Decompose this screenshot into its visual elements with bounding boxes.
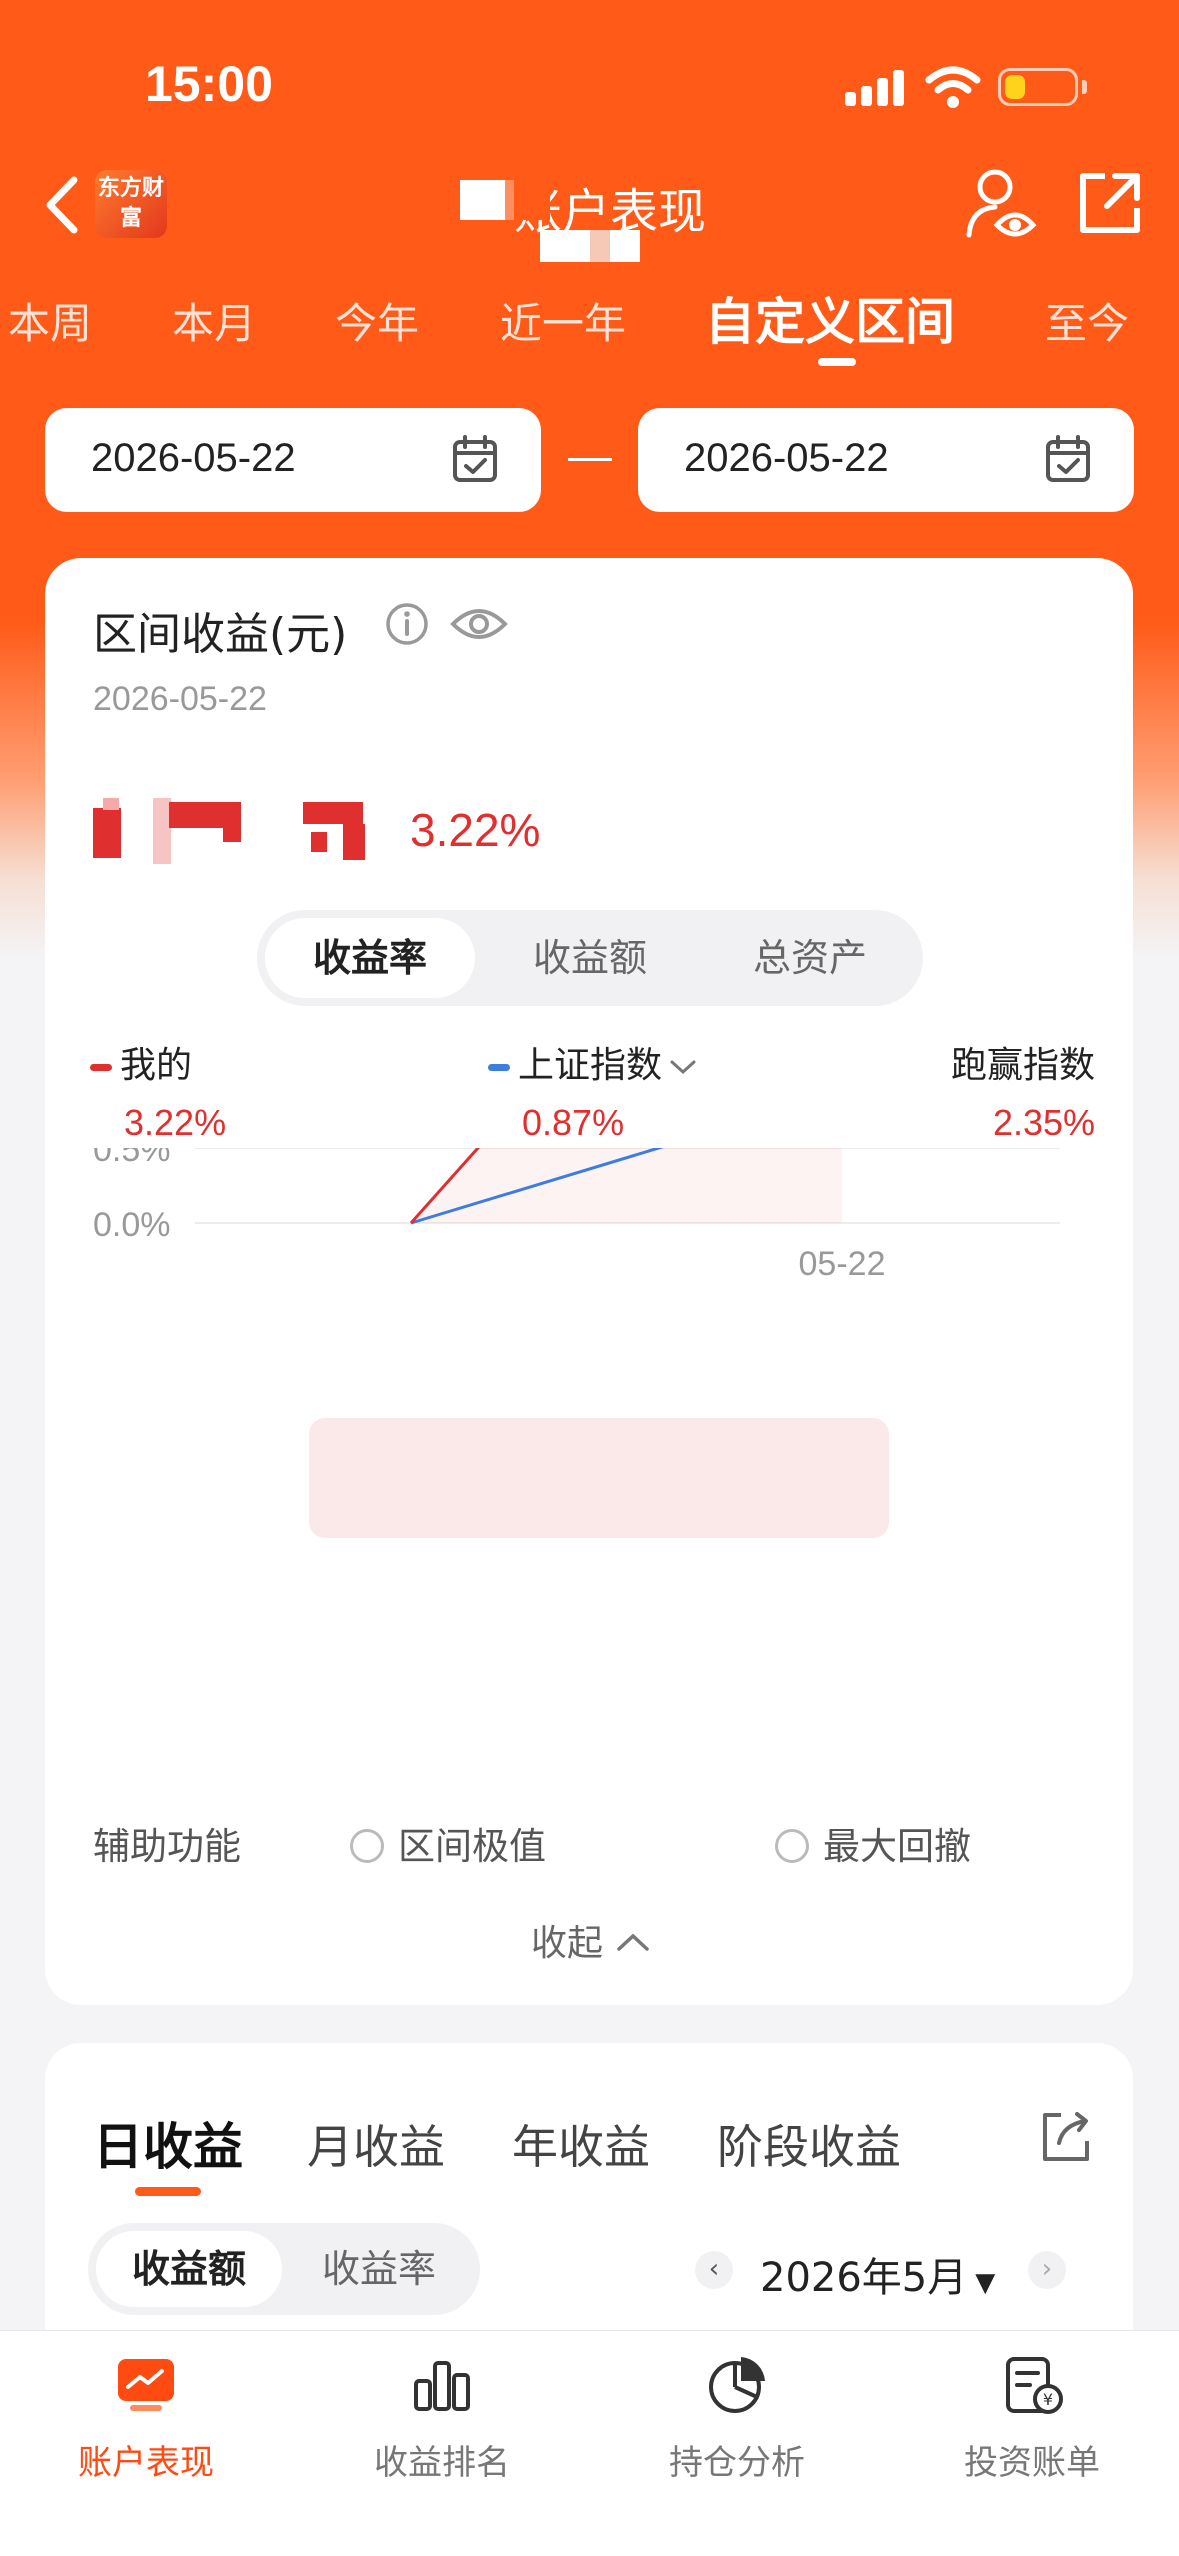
chevron-up-icon — [617, 1933, 649, 1951]
tab-account-performance[interactable]: 账户表现 — [36, 2353, 256, 2484]
tab-monthly-income[interactable]: 月收益 — [307, 2111, 445, 2177]
tab-holding-analysis[interactable]: 持仓分析 — [627, 2353, 847, 2484]
end-date-text: 2026-05-22 — [684, 436, 889, 480]
legend-name: 上证指数 — [518, 1045, 663, 1086]
status-bar: 15:00 — [0, 0, 1179, 150]
masked-account-name — [460, 180, 550, 220]
legend-swatch — [488, 1063, 510, 1071]
metric-segmented-control: 收益率 收益额 总资产 — [257, 910, 923, 1006]
share-icon[interactable] — [1075, 168, 1145, 238]
tab-income-ranking[interactable]: 收益排名 — [332, 2353, 552, 2484]
prev-month-button[interactable]: ‹ — [695, 2251, 733, 2289]
back-arrow-icon[interactable] — [38, 170, 88, 240]
end-date-picker[interactable]: 2026-05-22 — [638, 408, 1134, 512]
svg-text:¥: ¥ — [1043, 2390, 1053, 2409]
month-label: 2026年5月 — [760, 2255, 968, 2301]
calendar-icon — [1046, 435, 1090, 482]
card-date: 2026-05-22 — [93, 680, 267, 718]
masked-account-id — [540, 230, 640, 262]
chart-screen-icon — [118, 2359, 174, 2411]
y-tick-label: 0.5% — [93, 1148, 171, 1169]
return-summary-card: 区间收益(元) 2026-05-22 3.22% 收益率 收益额 总资产 我的 … — [45, 558, 1133, 2005]
app-logo: 东方财富 — [95, 170, 167, 238]
return-line-chart: 0.0%0.5%1.0%1.5%2.0%2.5%3.0%3.5%05-22 — [93, 1148, 1060, 1283]
radio-label: 区间极值 — [398, 1825, 546, 1868]
start-date-text: 2026-05-22 — [91, 436, 296, 480]
tab-past-year[interactable]: 近一年 — [500, 290, 626, 351]
tab-daily-income[interactable]: 日收益 — [93, 2107, 243, 2179]
battery-cap — [1082, 80, 1087, 94]
legend-index[interactable]: 上证指数 0.87% — [488, 1036, 698, 1144]
calendar-icon — [453, 435, 497, 482]
legend-name: 我的 — [120, 1045, 193, 1086]
info-icon[interactable] — [385, 602, 429, 646]
legend-name: 跑赢指数 — [951, 1045, 1096, 1086]
eye-icon[interactable] — [450, 600, 508, 648]
bill-icon: ¥ — [1006, 2357, 1063, 2414]
start-date-picker[interactable]: 2026-05-22 — [45, 408, 541, 512]
tab-custom-range[interactable]: 自定义区间 — [705, 282, 955, 354]
radio-circle — [775, 1829, 809, 1863]
seg-income-rate[interactable]: 收益率 — [286, 2231, 472, 2307]
signal-icon — [845, 70, 907, 106]
income-segmented-control: 收益额 收益率 — [88, 2223, 480, 2315]
return-pct: 3.22% — [410, 804, 541, 856]
status-time: 15:00 — [145, 56, 273, 112]
x-tick-label: 05-22 — [799, 1245, 886, 1283]
tab-label: 账户表现 — [78, 2443, 214, 2483]
date-separator — [568, 458, 612, 461]
seg-return-amount[interactable]: 收益额 — [485, 918, 695, 998]
seg-income-amount[interactable]: 收益额 — [96, 2231, 282, 2307]
battery-icon — [998, 68, 1078, 106]
radio-circle — [350, 1829, 384, 1863]
legend-value: 0.87% — [522, 1102, 625, 1143]
card-title: 区间收益(元) — [93, 609, 348, 660]
nav-bar: 东方财富 账户账户表现 — [0, 150, 1179, 270]
legend-mine: 我的 3.22% — [90, 1036, 226, 1144]
tab-to-date[interactable]: 至今 — [1045, 290, 1129, 351]
collapse-label: 收起 — [531, 1923, 604, 1964]
pie-chart-icon — [709, 2357, 765, 2413]
wifi-icon — [925, 66, 981, 108]
tab-investment-bill[interactable]: ¥ 投资账单 — [922, 2353, 1142, 2484]
legend-value: 2.35% — [992, 1102, 1096, 1143]
privacy-user-icon[interactable] — [965, 165, 1037, 245]
tab-underline — [135, 2187, 201, 2196]
tab-underline — [818, 358, 856, 366]
tab-label: 收益排名 — [374, 2443, 510, 2483]
legend-value: 3.22% — [124, 1102, 227, 1143]
tab-this-year[interactable]: 今年 — [335, 290, 419, 351]
seg-return-rate[interactable]: 收益率 — [265, 918, 475, 998]
caret-down-icon: ▼ — [975, 2268, 996, 2298]
masked-amount — [93, 798, 365, 864]
radio-range-extremes[interactable]: 区间极值 — [350, 1816, 546, 1870]
collapse-button[interactable]: 收起 — [531, 1914, 653, 1966]
tab-label: 投资账单 — [964, 2443, 1100, 2483]
range-tabs: 本周 本月 今年 近一年 自定义区间 至今 — [0, 280, 1179, 370]
radio-label: 最大回撤 — [823, 1825, 971, 1868]
chevron-down-icon — [670, 1060, 696, 1075]
next-month-button[interactable]: › — [1028, 2251, 1066, 2289]
bottom-tab-bar: 账户表现 收益排名 持仓分析 ¥ 投资账单 — [0, 2330, 1179, 2556]
aux-label: 辅助功能 — [93, 1825, 241, 1868]
tab-stage-income[interactable]: 阶段收益 — [717, 2111, 901, 2177]
legend-swatch — [90, 1063, 112, 1071]
y-tick-label: 0.0% — [93, 1206, 171, 1244]
tab-label: 持仓分析 — [669, 2443, 805, 2483]
tab-this-month[interactable]: 本月 — [172, 290, 256, 351]
export-icon[interactable] — [1037, 2109, 1093, 2165]
tab-yearly-income[interactable]: 年收益 — [512, 2111, 650, 2177]
seg-total-assets[interactable]: 总资产 — [705, 918, 915, 998]
month-selector[interactable]: 2026年5月 ▼ — [760, 2245, 995, 2303]
legend-outperform: 跑赢指数 2.35% — [951, 1036, 1095, 1144]
radio-max-drawdown[interactable]: 最大回撤 — [775, 1816, 971, 1870]
tab-this-week[interactable]: 本周 — [8, 290, 92, 351]
bar-chart-icon — [414, 2361, 470, 2411]
